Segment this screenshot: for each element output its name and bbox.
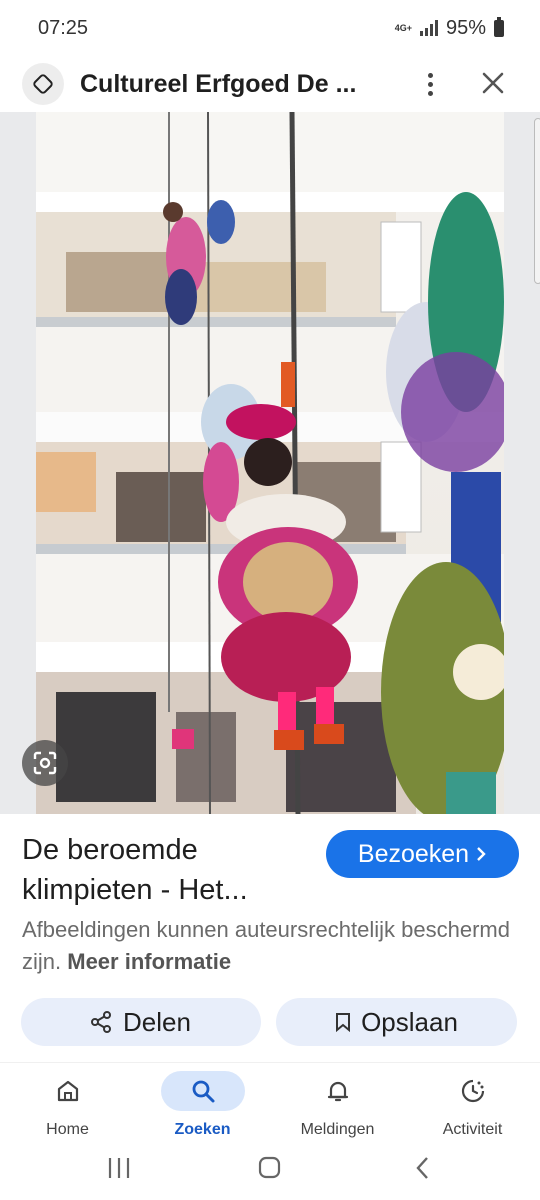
- photo-illustration: [36, 112, 504, 814]
- nav-item-notifications[interactable]: Meldingen: [270, 1063, 405, 1143]
- nav-label-activity: Activiteit: [442, 1121, 503, 1138]
- bell-icon: [327, 1081, 348, 1102]
- nav-item-activity[interactable]: Activiteit: [405, 1063, 540, 1143]
- back-button[interactable]: [416, 1157, 428, 1179]
- more-info-link[interactable]: Meer informatie: [67, 949, 231, 974]
- battery-icon: [494, 16, 504, 37]
- nav-label-home: Home: [46, 1121, 89, 1138]
- battery-level: 95%: [445, 16, 486, 39]
- nav-label-search: Zoeken: [174, 1121, 231, 1138]
- nav-label-notifications: Meldingen: [300, 1121, 375, 1138]
- system-navigation-bar: [0, 1142, 540, 1200]
- image-preview-area: [0, 112, 540, 814]
- close-icon[interactable]: [478, 68, 508, 98]
- network-type-icon: 4G+: [394, 22, 412, 33]
- viewer-header: Cultureel Erfgoed De ...: [0, 56, 540, 112]
- site-favicon-icon[interactable]: [22, 63, 64, 105]
- result-title[interactable]: De beroemde klimpieten - Het...: [22, 830, 302, 910]
- save-button[interactable]: Opslaan: [276, 998, 517, 1046]
- share-label: Delen: [123, 1006, 191, 1037]
- nav-active-indicator: [160, 1071, 245, 1111]
- status-bar: 07:25 4G+ 95%: [0, 0, 540, 56]
- activity-icon: [461, 1079, 484, 1103]
- recent-apps-button[interactable]: [108, 1158, 130, 1178]
- visit-button[interactable]: Bezoeken: [326, 830, 519, 878]
- result-info: De beroemde klimpieten - Het... Bezoeken…: [0, 814, 540, 1064]
- home-system-button[interactable]: [258, 1156, 281, 1179]
- bookmark-icon: [336, 1013, 351, 1032]
- visit-button-label: Bezoeken: [357, 839, 470, 868]
- status-time: 07:25: [38, 16, 89, 39]
- copyright-disclaimer: Afbeeldingen kunnen auteursrechtelijk be…: [22, 914, 522, 978]
- nav-item-search[interactable]: Zoeken: [135, 1063, 270, 1143]
- lens-icon: [33, 751, 57, 775]
- chevron-right-icon: [477, 847, 486, 861]
- lens-search-button[interactable]: [22, 740, 68, 786]
- more-vert-icon[interactable]: [418, 68, 442, 100]
- share-button[interactable]: Delen: [21, 998, 261, 1046]
- scroll-handle[interactable]: [534, 118, 540, 284]
- share-icon: [91, 1011, 112, 1033]
- signal-icon: [419, 20, 438, 36]
- nav-item-home[interactable]: Home: [0, 1063, 135, 1143]
- home-icon: [57, 1080, 78, 1102]
- save-label: Opslaan: [361, 1006, 458, 1037]
- page-title[interactable]: Cultureel Erfgoed De ...: [80, 70, 380, 99]
- search-icon: [192, 1080, 214, 1103]
- status-indicators: 4G+ 95%: [394, 16, 504, 40]
- preview-image[interactable]: [36, 112, 504, 814]
- bottom-navigation: Home Zoeken Meldingen Activiteit: [0, 1062, 540, 1142]
